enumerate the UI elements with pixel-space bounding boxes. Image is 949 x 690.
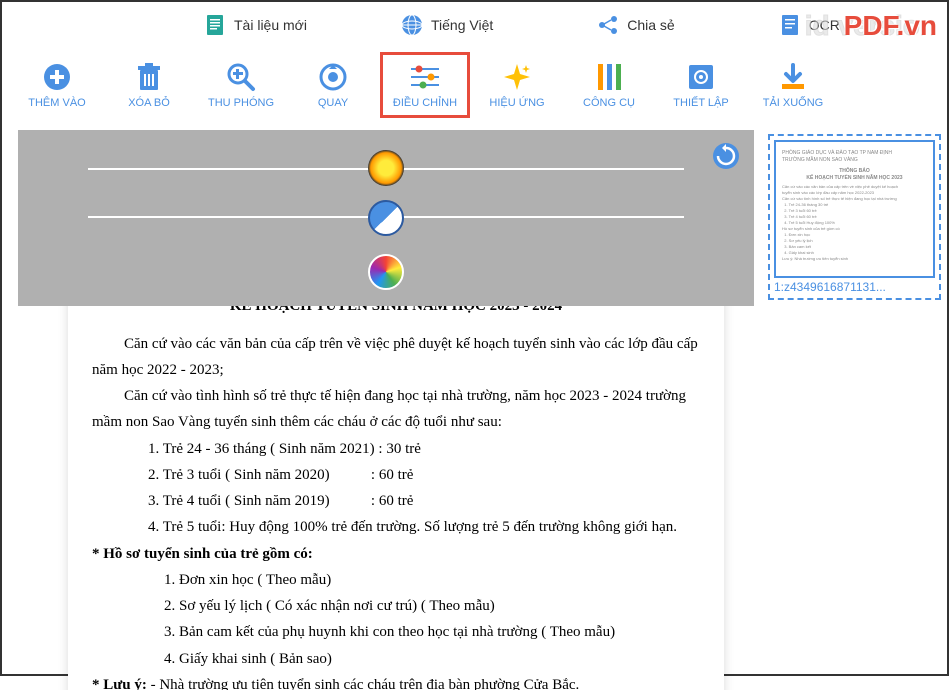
zoom-label: THU PHÓNG xyxy=(208,97,274,109)
contrast-slider-handle[interactable] xyxy=(368,200,404,236)
add-icon xyxy=(41,61,73,93)
adjust-label: ĐIỀU CHỈNH xyxy=(393,97,457,109)
sparkle-icon xyxy=(501,61,533,93)
settings-label: THIẾT LẬP xyxy=(673,97,728,109)
language-button[interactable]: Tiếng Việt xyxy=(389,10,505,40)
thumbnails-panel: PHÒNG GIÁO DỤC VÀ ĐÀO TẠO TP NAM ĐỊNHTRƯ… xyxy=(762,128,947,690)
top-menu-bar: Tài liệu mới Tiếng Việt Chia sẻ OCR id v… xyxy=(2,2,947,48)
doc-para: Căn cứ vào các văn bản của cấp trên về v… xyxy=(92,331,700,384)
doc-sub-item: 2. Sơ yếu lý lịch ( Có xác nhận nơi cư t… xyxy=(92,593,700,619)
page-thumbnail[interactable]: PHÒNG GIÁO DỤC VÀ ĐÀO TẠO TP NAM ĐỊNHTRƯ… xyxy=(774,140,935,278)
doc-sub-item: 1. Đơn xin học ( Theo mẫu) xyxy=(92,567,700,593)
rotate-tool[interactable]: QUAY xyxy=(288,52,378,118)
document-icon xyxy=(204,14,226,36)
doc-body: Căn cứ vào các văn bản của cấp trên về v… xyxy=(92,331,700,690)
zoom-tool[interactable]: THU PHÓNG xyxy=(196,52,286,118)
language-label: Tiếng Việt xyxy=(431,17,493,33)
tools-tool[interactable]: CÔNG CỤ xyxy=(564,52,654,118)
tools-icon xyxy=(593,61,625,93)
effect-label: HIỆU ỨNG xyxy=(489,97,544,109)
adjust-tool[interactable]: ĐIỀU CHỈNH xyxy=(380,52,470,118)
remove-label: XÓA BỎ xyxy=(128,97,170,109)
add-tool[interactable]: THÊM VÀO xyxy=(12,52,102,118)
download-label: TẢI XUỐNG xyxy=(763,97,824,109)
doc-sub-item: 4. Giấy khai sinh ( Bản sao) xyxy=(92,646,700,672)
ocr-icon xyxy=(779,14,801,36)
share-icon xyxy=(597,14,619,36)
doc-list-item: 1. Trẻ 24 - 36 tháng ( Sinh năm 2021) : … xyxy=(92,436,700,462)
share-label: Chia sẻ xyxy=(627,17,674,33)
doc-list-item: 4. Trẻ 5 tuổi: Huy động 100% trẻ đến trư… xyxy=(92,514,700,540)
globe-icon xyxy=(401,14,423,36)
remove-tool[interactable]: XÓA BỎ xyxy=(104,52,194,118)
workspace: PHÒNG GIÁO DỤC VÀ ĐÀO TẠO TP NAM ĐỊ TRƯỜ… xyxy=(2,128,947,690)
tools-label: CÔNG CỤ xyxy=(583,97,635,109)
doc-list-item: 2. Trẻ 3 tuổi ( Sinh năm 2020) : 60 trẻ xyxy=(92,462,700,488)
download-tool[interactable]: TẢI XUỐNG xyxy=(748,52,838,118)
brightness-slider-handle[interactable] xyxy=(368,150,404,186)
magnifier-icon xyxy=(225,61,257,93)
doc-note: * Lưu ý: - Nhà trường ưu tiên tuyển sinh… xyxy=(92,672,700,690)
canvas-area: PHÒNG GIÁO DỤC VÀ ĐÀO TẠO TP NAM ĐỊ TRƯỜ… xyxy=(18,128,754,690)
reset-button[interactable] xyxy=(712,142,740,170)
share-button[interactable]: Chia sẻ xyxy=(585,10,686,40)
gear-icon xyxy=(685,61,717,93)
new-document-label: Tài liệu mới xyxy=(234,17,307,33)
sliders-icon xyxy=(409,61,441,93)
doc-para: Căn cứ vào tình hình số trẻ thực tế hiện… xyxy=(92,383,700,436)
settings-tool[interactable]: THIẾT LẬP xyxy=(656,52,746,118)
doc-sub-item: 3. Bản cam kết của phụ huynh khi con the… xyxy=(92,619,700,645)
doc-section-head: * Hồ sơ tuyển sinh của trẻ gồm có: xyxy=(92,541,700,567)
rotate-icon xyxy=(317,61,349,93)
new-document-button[interactable]: Tài liệu mới xyxy=(192,10,319,40)
main-toolbar: THÊM VÀO XÓA BỎ THU PHÓNG QUAY ĐIỀU CHỈN… xyxy=(2,48,947,128)
thumbnail-label: 1:z4349616871131... xyxy=(774,280,935,294)
add-label: THÊM VÀO xyxy=(28,97,85,109)
thumbnail-container: PHÒNG GIÁO DỤC VÀ ĐÀO TẠO TP NAM ĐỊNHTRƯ… xyxy=(768,134,941,300)
trash-icon xyxy=(133,61,165,93)
rotate-label: QUAY xyxy=(318,97,348,109)
effect-tool[interactable]: HIỆU ỨNG xyxy=(472,52,562,118)
saturation-slider-handle[interactable] xyxy=(368,254,404,290)
doc-list-item: 3. Trẻ 4 tuổi ( Sinh năm 2019) : 60 trẻ xyxy=(92,488,700,514)
download-icon xyxy=(777,61,809,93)
logo: PDF.vn xyxy=(844,10,937,42)
